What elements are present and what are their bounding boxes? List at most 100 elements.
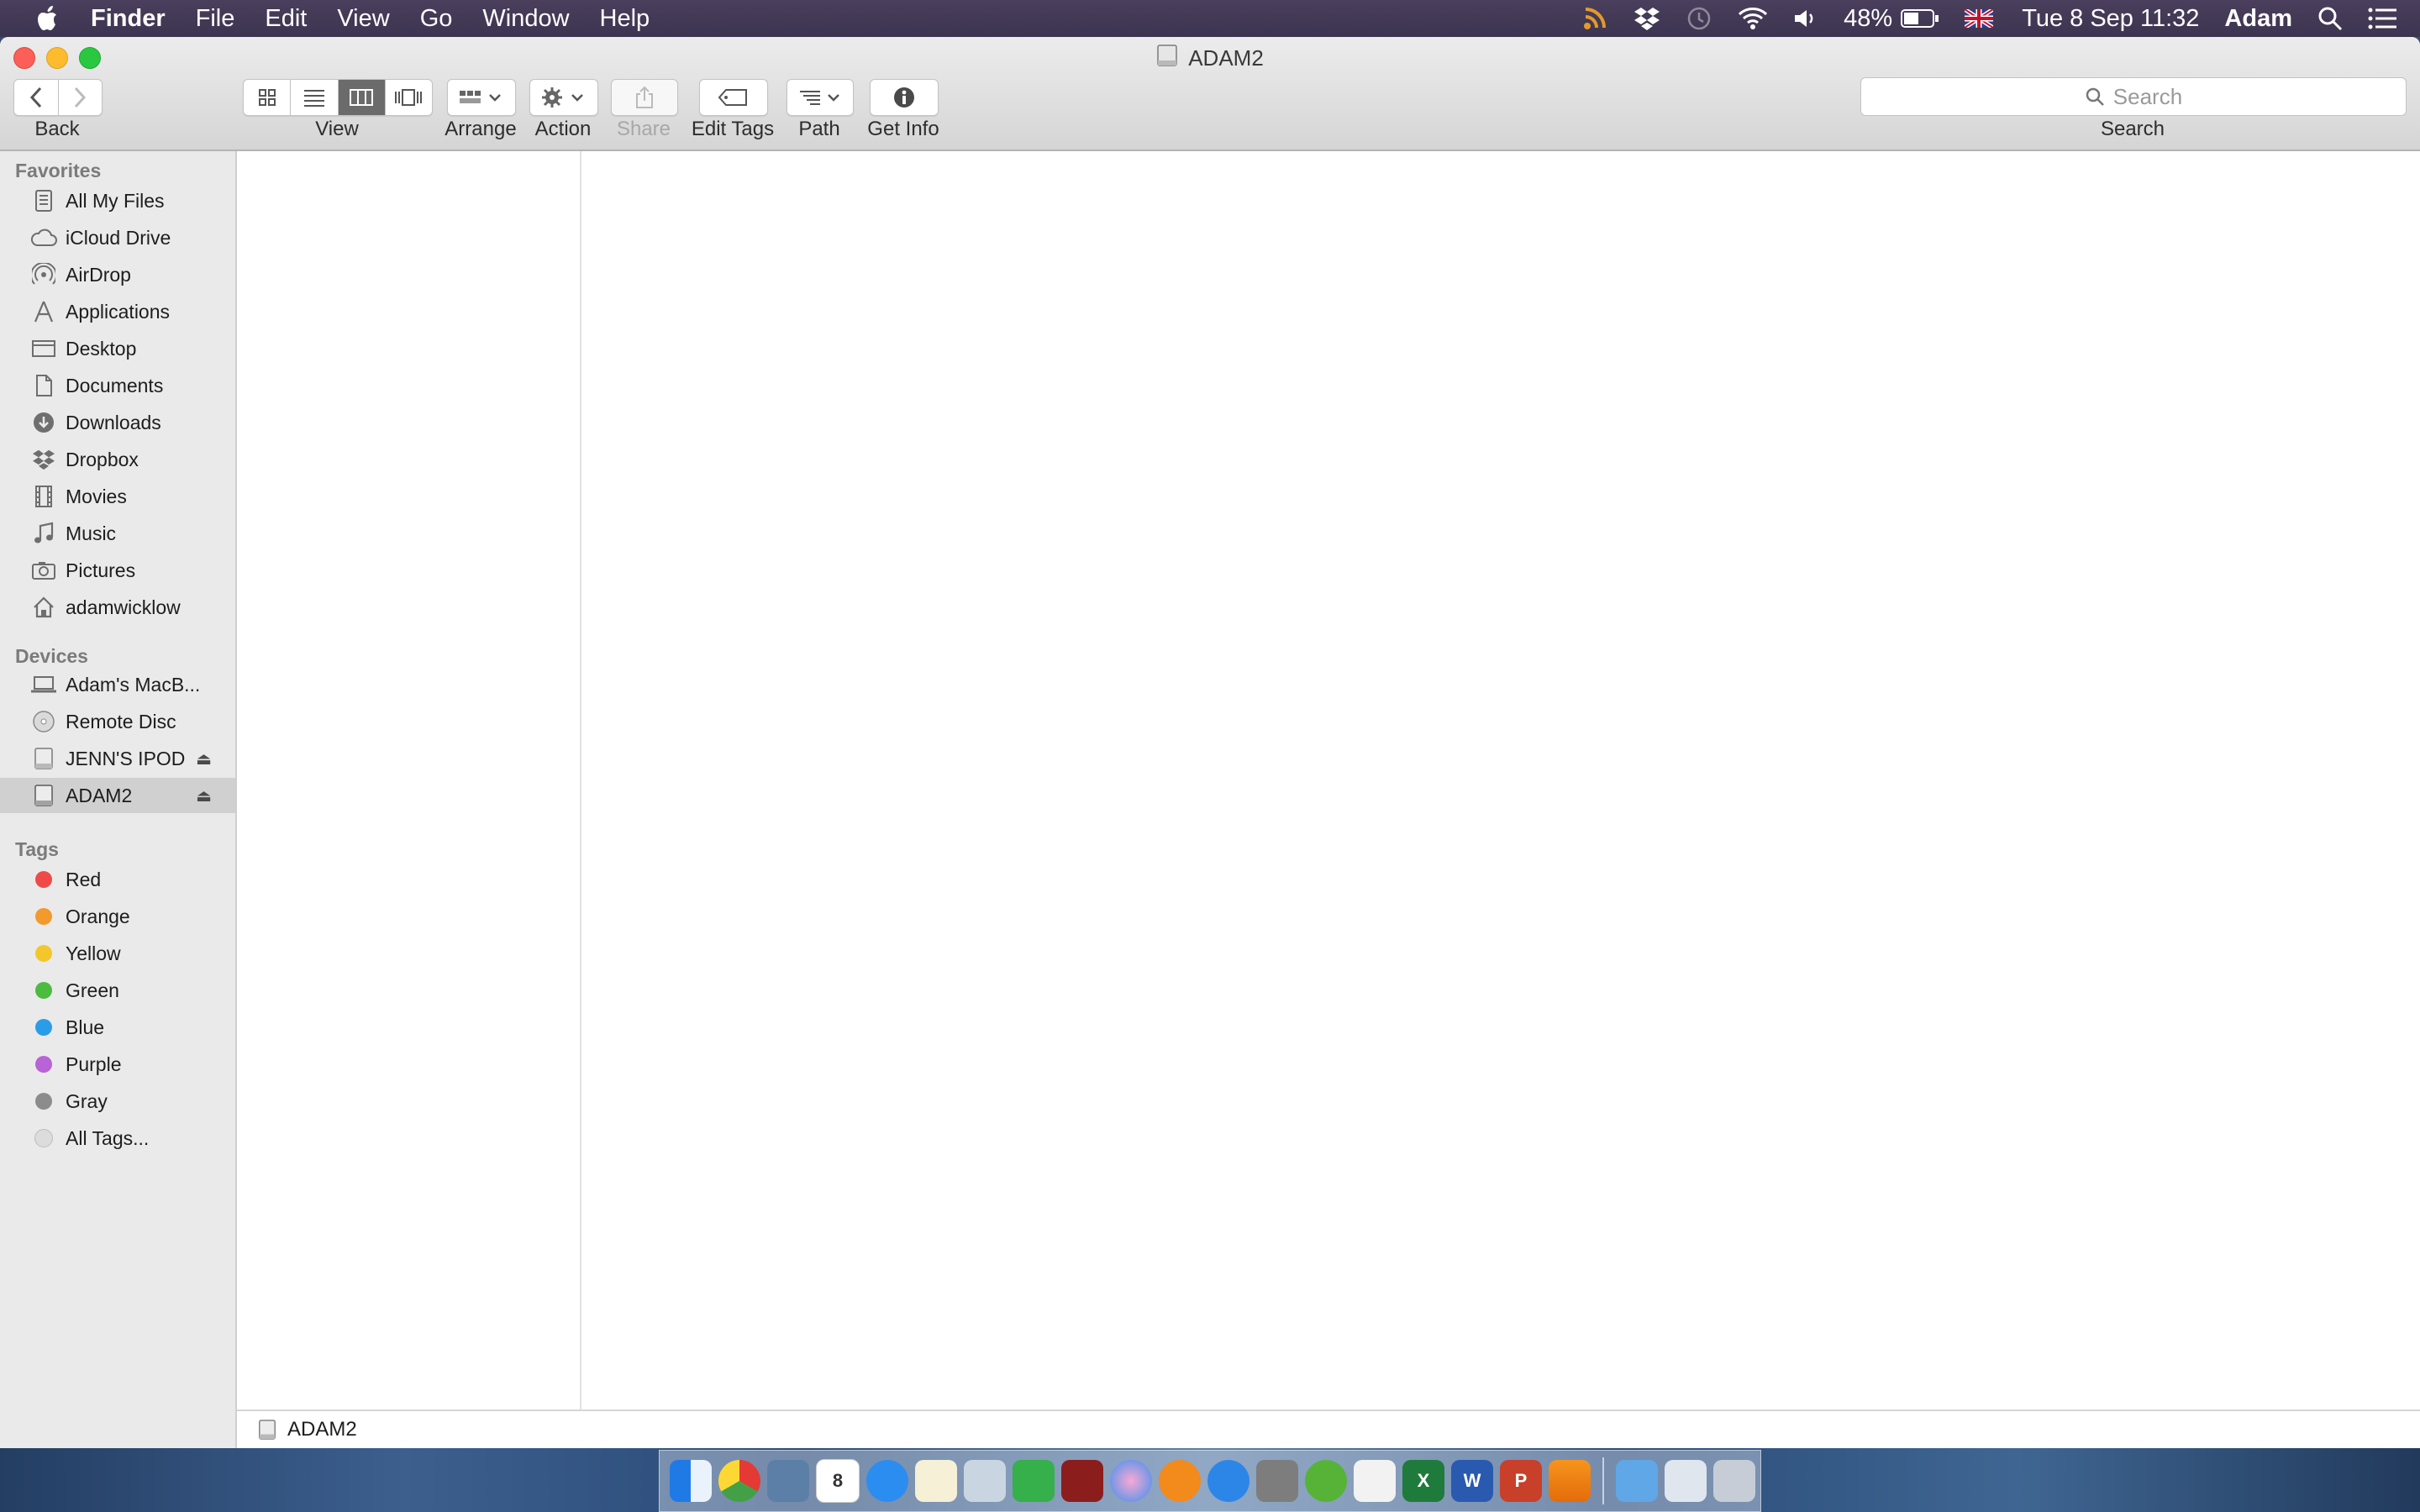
eject-icon[interactable]: ⏏ bbox=[196, 748, 212, 769]
sidebar-item-remote-disc[interactable]: Remote Disc bbox=[0, 704, 235, 739]
photos-icon[interactable] bbox=[964, 1460, 1006, 1502]
downloads-stack-icon[interactable] bbox=[1616, 1460, 1658, 1502]
itunes-icon[interactable] bbox=[1110, 1460, 1152, 1502]
search-placeholder: Search bbox=[2112, 83, 2183, 109]
messages-icon[interactable] bbox=[866, 1460, 908, 1502]
sidebar-tag-gray[interactable]: Gray bbox=[0, 1084, 235, 1119]
calendar-day: 8 bbox=[832, 1470, 844, 1491]
menu-file[interactable]: File bbox=[196, 5, 235, 33]
sidebar-item-pictures[interactable]: Pictures bbox=[0, 553, 235, 588]
sidebar-tag-green[interactable]: Green bbox=[0, 973, 235, 1008]
back-forward-buttons bbox=[13, 79, 103, 116]
sidebar-item-music[interactable]: Music bbox=[0, 516, 235, 551]
battery-icon[interactable] bbox=[1901, 8, 1939, 29]
sidebar-item-home[interactable]: adamwicklow bbox=[0, 590, 235, 625]
finder-icon[interactable] bbox=[670, 1460, 712, 1502]
system-preferences-icon[interactable] bbox=[1256, 1460, 1298, 1502]
photo-booth-icon[interactable] bbox=[1061, 1460, 1103, 1502]
sidebar-tag-yellow[interactable]: Yellow bbox=[0, 936, 235, 971]
sidebar-tag-red[interactable]: Red bbox=[0, 862, 235, 897]
path-button[interactable] bbox=[786, 79, 854, 116]
purple-tag-dot-icon bbox=[35, 1056, 52, 1073]
search-label: Search bbox=[2100, 118, 2165, 140]
list-view-button[interactable] bbox=[290, 80, 337, 115]
textedit-icon[interactable] bbox=[1354, 1460, 1396, 1502]
calendar-icon[interactable]: 8 bbox=[816, 1459, 860, 1503]
spotlight-icon[interactable] bbox=[2317, 6, 2343, 31]
sidebar-item-label: Dropbox bbox=[66, 448, 139, 470]
sidebar-item-documents[interactable]: Documents bbox=[0, 368, 235, 403]
time-machine-icon[interactable] bbox=[1686, 5, 1712, 32]
edit-tags-label: Edit Tags bbox=[691, 118, 775, 140]
excel-icon[interactable]: X bbox=[1402, 1460, 1444, 1502]
apple-menu-icon[interactable] bbox=[32, 5, 66, 32]
all-tags-icon bbox=[34, 1129, 53, 1147]
sidebar-item-downloads[interactable]: Downloads bbox=[0, 405, 235, 440]
preview-icon[interactable] bbox=[767, 1460, 809, 1502]
arrange-button[interactable] bbox=[447, 79, 516, 116]
notes-icon[interactable] bbox=[915, 1460, 957, 1502]
wifi-icon[interactable] bbox=[1738, 7, 1768, 30]
sidebar-item-label: Desktop bbox=[66, 337, 137, 360]
sidebar-heading-tags: Tags bbox=[15, 838, 59, 860]
cover-flow-view-button[interactable] bbox=[384, 80, 432, 115]
word-icon[interactable]: W bbox=[1451, 1460, 1493, 1502]
icon-view-button[interactable] bbox=[244, 80, 290, 115]
back-button[interactable] bbox=[14, 80, 58, 115]
path-bar-item[interactable]: ADAM2 bbox=[287, 1418, 357, 1441]
sidebar-item-all-my-files[interactable]: All My Files bbox=[0, 183, 235, 218]
ibooks-icon[interactable] bbox=[1159, 1460, 1201, 1502]
sidebar-tag-purple[interactable]: Purple bbox=[0, 1047, 235, 1082]
share-button[interactable] bbox=[611, 79, 678, 116]
uk-flag-icon[interactable] bbox=[1965, 9, 1994, 28]
action-button[interactable] bbox=[529, 79, 598, 116]
search-field[interactable]: Search bbox=[1860, 77, 2407, 116]
forward-button[interactable] bbox=[57, 80, 103, 115]
sidebar-tag-orange[interactable]: Orange bbox=[0, 899, 235, 934]
eject-icon[interactable]: ⏏ bbox=[196, 785, 212, 806]
chrome-icon[interactable] bbox=[718, 1460, 760, 1502]
sidebar-item-icloud-drive[interactable]: iCloud Drive bbox=[0, 220, 235, 255]
sidebar-item-label: Purple bbox=[66, 1053, 122, 1075]
documents-icon bbox=[29, 374, 59, 397]
cover-flow-icon bbox=[395, 89, 423, 106]
sidebar-item-desktop[interactable]: Desktop bbox=[0, 331, 235, 366]
utorrent-icon[interactable] bbox=[1305, 1460, 1347, 1502]
sidebar-item-airdrop[interactable]: AirDrop bbox=[0, 257, 235, 292]
edit-tags-button[interactable] bbox=[699, 79, 768, 116]
menu-edit[interactable]: Edit bbox=[265, 5, 307, 33]
volume-icon[interactable] bbox=[1793, 7, 1818, 30]
menu-app-name[interactable]: Finder bbox=[91, 5, 166, 33]
documents-stack-icon[interactable] bbox=[1665, 1460, 1707, 1502]
sidebar-tag-all-tags[interactable]: All Tags... bbox=[0, 1121, 235, 1156]
action-label: Action bbox=[534, 118, 592, 140]
sidebar-item-adam2[interactable]: ADAM2 ⏏ bbox=[0, 778, 235, 813]
menu-view[interactable]: View bbox=[337, 5, 389, 33]
sidebar-tag-blue[interactable]: Blue bbox=[0, 1010, 235, 1045]
sidebar-item-macbook[interactable]: Adam's MacB... bbox=[0, 667, 235, 702]
menu-user[interactable]: Adam bbox=[2224, 5, 2292, 33]
menu-window[interactable]: Window bbox=[482, 5, 569, 33]
sidebar-item-dropbox[interactable]: Dropbox bbox=[0, 442, 235, 477]
powerpoint-icon[interactable]: P bbox=[1500, 1460, 1542, 1502]
sidebar-item-applications[interactable]: Applications bbox=[0, 294, 235, 329]
menu-clock[interactable]: Tue 8 Sep 11:32 bbox=[2022, 5, 2199, 33]
facetime-icon[interactable] bbox=[1013, 1460, 1055, 1502]
app-store-icon[interactable] bbox=[1207, 1460, 1249, 1502]
menu-go[interactable]: Go bbox=[420, 5, 453, 33]
browser-column[interactable] bbox=[237, 151, 581, 1411]
rss-icon[interactable] bbox=[1583, 7, 1608, 30]
dropbox-icon[interactable] bbox=[1634, 6, 1660, 31]
notification-center-icon[interactable] bbox=[2368, 8, 2396, 29]
vlc-icon[interactable] bbox=[1549, 1460, 1591, 1502]
applications-icon bbox=[29, 300, 59, 323]
sidebar-item-jenns-ipod[interactable]: JENN'S IPOD ⏏ bbox=[0, 741, 235, 776]
sidebar-item-label: Yellow bbox=[66, 942, 121, 964]
sidebar-item-movies[interactable]: Movies bbox=[0, 479, 235, 514]
menu-help[interactable]: Help bbox=[600, 5, 650, 33]
trash-icon[interactable] bbox=[1713, 1460, 1755, 1502]
column-view-button[interactable] bbox=[337, 80, 385, 115]
get-info-button[interactable] bbox=[870, 79, 939, 116]
all-files-icon bbox=[29, 189, 59, 213]
column-browser: ADAM2 bbox=[237, 151, 2420, 1448]
